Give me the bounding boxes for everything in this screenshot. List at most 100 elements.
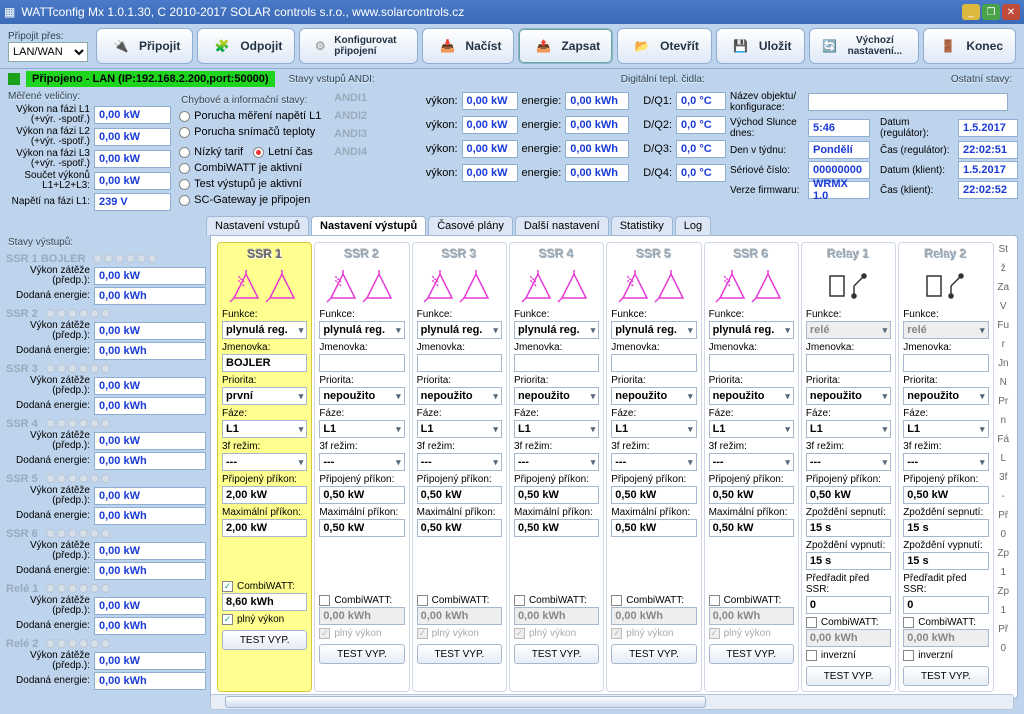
defaults-button[interactable]: 🔄Výchozí nastavení... bbox=[809, 28, 920, 64]
prio-select[interactable]: nepoužito bbox=[709, 387, 794, 405]
tab-0[interactable]: Nastavení vstupů bbox=[206, 216, 309, 235]
delay-on-input[interactable]: 15 s bbox=[903, 519, 988, 537]
scrollbar-thumb[interactable] bbox=[225, 696, 706, 708]
prio-select[interactable]: nepoužito bbox=[806, 387, 891, 405]
conn-power-input[interactable]: 0,50 kW bbox=[319, 486, 404, 504]
mode3f-select[interactable]: --- bbox=[222, 453, 307, 471]
func-select[interactable]: plynulá reg. bbox=[611, 321, 696, 339]
configure-button[interactable]: ⚙Konfigurovat připojení bbox=[299, 28, 418, 64]
func-select[interactable]: plynulá reg. bbox=[417, 321, 502, 339]
mode3f-select[interactable]: --- bbox=[417, 453, 502, 471]
phase-select[interactable]: L1 bbox=[222, 420, 307, 438]
full-power-row[interactable]: ✓plný výkon bbox=[417, 628, 502, 639]
name-input[interactable] bbox=[611, 354, 696, 372]
horizontal-scrollbar[interactable] bbox=[210, 694, 1014, 710]
name-input[interactable] bbox=[514, 354, 599, 372]
conn-power-input[interactable]: 2,00 kW bbox=[222, 486, 307, 504]
prio-select[interactable]: nepoužito bbox=[903, 387, 988, 405]
conn-power-input[interactable]: 0,50 kW bbox=[417, 486, 502, 504]
max-power-input[interactable]: 2,00 kW bbox=[222, 519, 307, 537]
combiwatt-row[interactable]: CombiWATT: bbox=[319, 595, 404, 606]
prio-select[interactable]: první bbox=[222, 387, 307, 405]
delay-off-input[interactable]: 15 s bbox=[903, 552, 988, 570]
combiwatt-input[interactable]: 8,60 kWh bbox=[222, 593, 307, 611]
combiwatt-row[interactable]: CombiWATT: bbox=[903, 617, 988, 628]
phase-select[interactable]: L1 bbox=[806, 420, 891, 438]
mode3f-select[interactable]: --- bbox=[514, 453, 599, 471]
prio-select[interactable]: nepoužito bbox=[319, 387, 404, 405]
test-button[interactable]: TEST VYP. bbox=[806, 666, 891, 686]
max-power-input[interactable]: 0,50 kW bbox=[611, 519, 696, 537]
name-input[interactable]: BOJLER bbox=[222, 354, 307, 372]
mode3f-select[interactable]: --- bbox=[903, 453, 988, 471]
test-button[interactable]: TEST VYP. bbox=[514, 644, 599, 664]
read-button[interactable]: 📥Načíst bbox=[422, 28, 514, 64]
name-input[interactable] bbox=[319, 354, 404, 372]
invert-row[interactable]: inverzní bbox=[903, 650, 988, 661]
conn-power-input[interactable]: 0,50 kW bbox=[709, 486, 794, 504]
prio-select[interactable]: nepoužito bbox=[417, 387, 502, 405]
combiwatt-row[interactable]: CombiWATT: bbox=[806, 617, 891, 628]
disconnect-button[interactable]: 🧩Odpojit bbox=[197, 28, 295, 64]
test-button[interactable]: TEST VYP. bbox=[709, 644, 794, 664]
max-power-input[interactable]: 0,50 kW bbox=[514, 519, 599, 537]
before-ssr-input[interactable]: 0 bbox=[903, 596, 988, 614]
combiwatt-row[interactable]: CombiWATT: bbox=[611, 595, 696, 606]
phase-select[interactable]: L1 bbox=[611, 420, 696, 438]
name-input[interactable] bbox=[903, 354, 988, 372]
combiwatt-row[interactable]: ✓CombiWATT: bbox=[222, 581, 307, 592]
func-select[interactable]: plynulá reg. bbox=[319, 321, 404, 339]
tab-3[interactable]: Další nastavení bbox=[515, 216, 609, 235]
func-select[interactable]: relé bbox=[806, 321, 891, 339]
max-power-input[interactable]: 0,50 kW bbox=[709, 519, 794, 537]
minimize-button[interactable]: _ bbox=[962, 4, 980, 20]
conn-power-input[interactable]: 0,50 kW bbox=[903, 486, 988, 504]
conn-power-input[interactable]: 0,50 kW bbox=[514, 486, 599, 504]
before-ssr-input[interactable]: 0 bbox=[806, 596, 891, 614]
invert-row[interactable]: inverzní bbox=[806, 650, 891, 661]
phase-select[interactable]: L1 bbox=[417, 420, 502, 438]
phase-select[interactable]: L1 bbox=[709, 420, 794, 438]
phase-select[interactable]: L1 bbox=[514, 420, 599, 438]
delay-on-input[interactable]: 15 s bbox=[806, 519, 891, 537]
name-input[interactable] bbox=[709, 354, 794, 372]
func-select[interactable]: plynulá reg. bbox=[709, 321, 794, 339]
conn-power-input[interactable]: 0,50 kW bbox=[806, 486, 891, 504]
write-button[interactable]: 📤Zapsat bbox=[518, 28, 613, 64]
close-button[interactable]: ✕ bbox=[1002, 4, 1020, 20]
connect-button[interactable]: 🔌Připojit bbox=[96, 28, 193, 64]
combiwatt-row[interactable]: CombiWATT: bbox=[514, 595, 599, 606]
open-button[interactable]: 📂Otevřít bbox=[617, 28, 712, 64]
max-power-input[interactable]: 0,50 kW bbox=[319, 519, 404, 537]
name-input[interactable] bbox=[417, 354, 502, 372]
mode3f-select[interactable]: --- bbox=[709, 453, 794, 471]
test-button[interactable]: TEST VYP. bbox=[319, 644, 404, 664]
combiwatt-row[interactable]: CombiWATT: bbox=[709, 595, 794, 606]
func-select[interactable]: plynulá reg. bbox=[222, 321, 307, 339]
full-power-row[interactable]: ✓plný výkon bbox=[319, 628, 404, 639]
func-select[interactable]: relé bbox=[903, 321, 988, 339]
test-button[interactable]: TEST VYP. bbox=[903, 666, 988, 686]
phase-select[interactable]: L1 bbox=[903, 420, 988, 438]
mode3f-select[interactable]: --- bbox=[611, 453, 696, 471]
name-input[interactable] bbox=[806, 354, 891, 372]
phase-select[interactable]: L1 bbox=[319, 420, 404, 438]
full-power-row[interactable]: ✓plný výkon bbox=[514, 628, 599, 639]
delay-off-input[interactable]: 15 s bbox=[806, 552, 891, 570]
restore-button[interactable]: ❐ bbox=[982, 4, 1000, 20]
prio-select[interactable]: nepoužito bbox=[514, 387, 599, 405]
exit-button[interactable]: 🚪Konec bbox=[923, 28, 1016, 64]
connection-mode-select[interactable]: LAN/WAN bbox=[8, 42, 88, 62]
tab-4[interactable]: Statistiky bbox=[611, 216, 673, 235]
prio-select[interactable]: nepoužito bbox=[611, 387, 696, 405]
obj-name-field[interactable] bbox=[808, 93, 1008, 111]
tab-2[interactable]: Časové plány bbox=[428, 216, 513, 235]
tab-1[interactable]: Nastavení výstupů bbox=[311, 216, 426, 235]
test-button[interactable]: TEST VYP. bbox=[417, 644, 502, 664]
full-power-row[interactable]: ✓plný výkon bbox=[611, 628, 696, 639]
mode3f-select[interactable]: --- bbox=[806, 453, 891, 471]
save-button[interactable]: 💾Uložit bbox=[716, 28, 805, 64]
full-power-row[interactable]: ✓plný výkon bbox=[222, 614, 307, 625]
mode3f-select[interactable]: --- bbox=[319, 453, 404, 471]
combiwatt-row[interactable]: CombiWATT: bbox=[417, 595, 502, 606]
